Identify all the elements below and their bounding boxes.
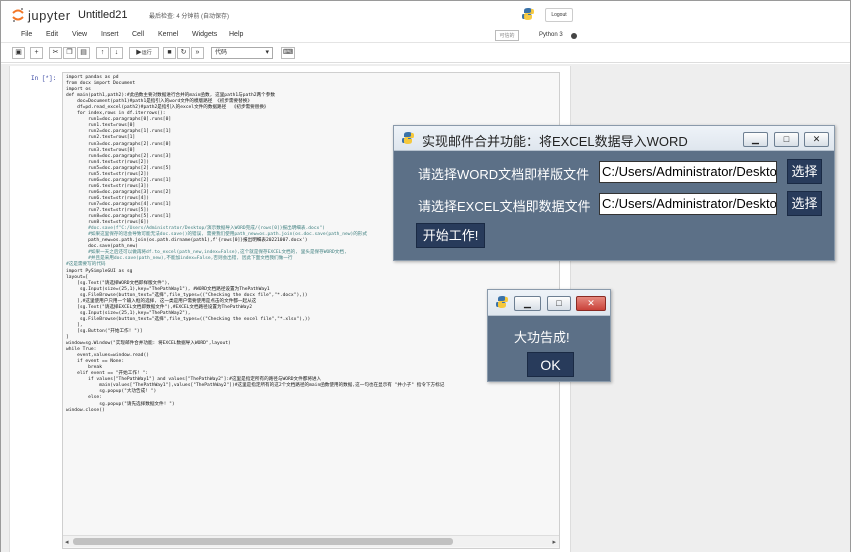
restart-run-all-button[interactable]: » — [191, 47, 204, 59]
menu-kernel[interactable]: Kernel — [158, 31, 178, 38]
maximize-icon: □ — [783, 134, 790, 144]
keyboard-icon: ⌨ — [282, 49, 294, 56]
cell-type-value: 代码 — [215, 50, 228, 56]
menu-file[interactable]: File — [21, 31, 32, 38]
menu-insert[interactable]: Insert — [101, 31, 119, 38]
close-icon: ✕ — [587, 298, 595, 308]
restart-button[interactable]: ↻ — [177, 47, 190, 59]
move-up-button[interactable]: ↑ — [96, 47, 109, 59]
close-button[interactable]: ✕ — [804, 132, 829, 147]
minimize-button[interactable]: ▁ — [743, 132, 768, 147]
jupyter-wordmark: jupyter — [28, 7, 71, 23]
menu-help[interactable]: Help — [229, 31, 243, 38]
move-down-button[interactable]: ↓ — [110, 47, 123, 59]
trusted-badge[interactable]: 可信的 — [495, 30, 519, 41]
minimize-icon: ▁ — [752, 134, 759, 144]
interrupt-button[interactable]: ■ — [163, 47, 176, 59]
save-button[interactable]: ▣ — [12, 47, 25, 59]
python-logo-icon — [522, 8, 534, 20]
word-file-label: 请选择WORD文档即样版文件 — [418, 167, 590, 182]
scroll-left-icon[interactable]: ◂ — [65, 538, 69, 546]
popup-message: 大功告成! — [514, 330, 570, 345]
close-icon: ✕ — [812, 134, 821, 144]
command-palette-button[interactable]: ⌨ — [281, 47, 295, 59]
maximize-icon: □ — [556, 298, 562, 308]
run-button[interactable]: ▶运行 — [129, 47, 159, 59]
paste-button[interactable]: ▤ — [77, 47, 90, 59]
paste-icon: ▤ — [80, 49, 87, 56]
copy-button[interactable]: ❐ — [63, 47, 76, 59]
python-app-icon — [496, 296, 508, 308]
stop-icon: ■ — [167, 49, 172, 56]
completion-popup: ▁ □ ✕ 大功告成! OK — [487, 289, 611, 382]
kernel-busy-indicator-icon — [571, 33, 577, 39]
fast-forward-icon: » — [195, 49, 200, 56]
cell-type-select[interactable]: 代码 ▾ — [211, 47, 273, 59]
plus-icon: + — [34, 49, 39, 56]
kernel-name: Python 3 — [539, 32, 563, 38]
logout-button[interactable]: Logout — [545, 8, 573, 22]
menu-edit[interactable]: Edit — [46, 31, 58, 38]
browse-excel-button[interactable]: 选择 — [787, 191, 822, 216]
python-app-icon — [402, 132, 414, 144]
menu-widgets[interactable]: Widgets — [192, 31, 217, 38]
popup-minimize-button[interactable]: ▁ — [514, 296, 541, 311]
minimize-icon: ▁ — [524, 298, 531, 308]
start-work-button[interactable]: 开始工作! — [416, 223, 485, 248]
scrollbar-thumb[interactable] — [73, 538, 453, 545]
browse-word-button[interactable]: 选择 — [787, 159, 822, 184]
toolbar: ▣ + ✂ ❐ ▤ ↑ ↓ ▶运行 ■ ↻ » 代码 ▾ ⌨ — [1, 44, 850, 63]
jupyter-header: jupyter Untitled21 最后检查: 4 分钟前 (自动保存) Lo… — [1, 1, 850, 28]
save-icon: ▣ — [15, 49, 22, 56]
arrow-down-icon: ↓ — [114, 49, 119, 56]
chevron-down-icon: ▾ — [265, 49, 269, 56]
checkpoint-status: 最后检查: 4 分钟前 (自动保存) — [149, 14, 230, 20]
jupyter-logo[interactable]: jupyter — [11, 7, 71, 23]
insert-cell-button[interactable]: + — [30, 47, 43, 59]
scroll-right-icon[interactable]: ▸ — [552, 538, 556, 546]
word-path-input[interactable]: C:/Users/Administrator/Deskto — [599, 161, 777, 183]
refresh-icon: ↻ — [180, 49, 187, 56]
excel-file-label: 请选择EXCEL文档即数据文件 — [418, 199, 591, 214]
screen: jupyter Untitled21 最后检查: 4 分钟前 (自动保存) Lo… — [0, 0, 851, 552]
menu-view[interactable]: View — [72, 31, 87, 38]
window-titlebar[interactable]: 实现邮件合并功能：将EXCEL数据导入WORD ▁ □ ✕ — [394, 126, 834, 151]
window-title: 实现邮件合并功能：将EXCEL数据导入WORD — [422, 134, 688, 149]
popup-close-button[interactable]: ✕ — [576, 296, 606, 311]
menu-cell[interactable]: Cell — [132, 31, 144, 38]
horizontal-scrollbar[interactable]: ◂ ▸ — [63, 535, 559, 547]
cut-button[interactable]: ✂ — [49, 47, 62, 59]
scissors-icon: ✂ — [52, 49, 59, 56]
menubar: File Edit View Insert Cell Kernel Widget… — [1, 28, 850, 43]
run-label: 运行 — [141, 50, 152, 56]
copy-icon: ❐ — [66, 49, 73, 56]
maximize-button[interactable]: □ — [774, 132, 799, 147]
mail-merge-window: 实现邮件合并功能：将EXCEL数据导入WORD ▁ □ ✕ 请选择WORD文档即… — [393, 125, 835, 261]
code-line: window.close() — [66, 407, 105, 413]
popup-maximize-button[interactable]: □ — [547, 296, 571, 311]
ok-button[interactable]: OK — [527, 352, 574, 377]
popup-titlebar[interactable]: ▁ □ ✕ — [488, 290, 610, 316]
arrow-up-icon: ↑ — [100, 49, 105, 56]
notebook-title[interactable]: Untitled21 — [78, 9, 128, 21]
excel-path-input[interactable]: C:/Users/Administrator/Deskto — [599, 193, 777, 215]
code-text[interactable]: import pandas as pd from docx import Docu… — [66, 75, 444, 414]
cell-prompt: In [*]: — [31, 75, 57, 82]
jupyter-logo-icon — [12, 8, 24, 22]
